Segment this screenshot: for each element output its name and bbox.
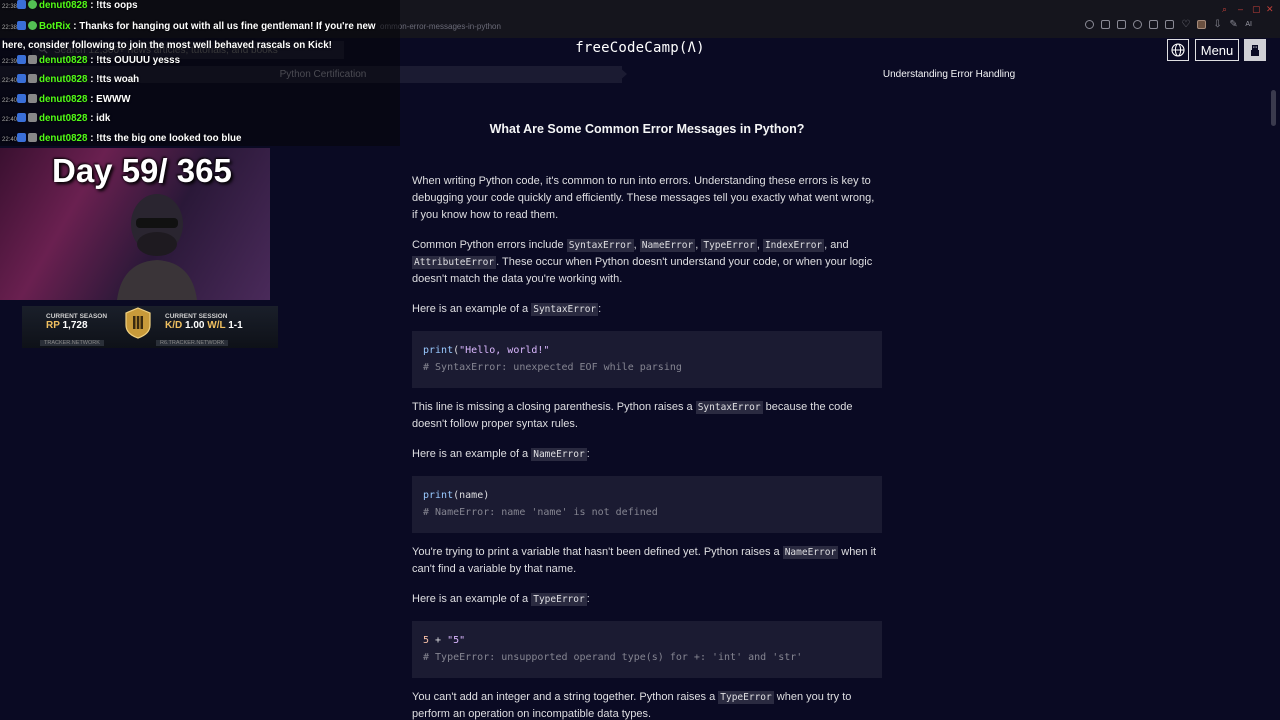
inline-code: AttributeError <box>412 256 497 269</box>
play-icon[interactable] <box>1149 20 1159 29</box>
errors-list-paragraph: Common Python errors include SyntaxError… <box>412 239 873 285</box>
chat-message: 22:40 denut0828 : idk <box>2 113 111 124</box>
avatar-icon <box>1251 45 1259 56</box>
reader-icon[interactable] <box>1133 20 1143 29</box>
inline-code: SyntaxError <box>695 401 763 414</box>
inline-code: NameError <box>639 239 696 252</box>
session-label: CURRENT SESSION <box>165 313 228 320</box>
minimize-icon[interactable]: – <box>1238 4 1243 14</box>
inline-code: SyntaxError <box>531 303 599 316</box>
season-label: CURRENT SEASON <box>46 313 108 320</box>
example-explanation: You can't add an integer and a string to… <box>412 691 852 720</box>
chat-bot-message: 22:38 BotRix : Thanks for hanging out wit… <box>2 21 376 51</box>
chat-bot-user: BotRix <box>39 21 71 32</box>
search-icon-red[interactable]: ⌕ <box>1222 4 1227 15</box>
inline-code: TypeError <box>718 691 774 704</box>
tracker-network-label: TRACKER.NETWORK <box>40 340 104 346</box>
screenshot-icon[interactable] <box>1117 20 1127 29</box>
tracker-network-label-r6: R6.TRACKER.NETWORK <box>156 340 229 346</box>
breadcrumb-current[interactable]: Understanding Error Handling <box>630 66 1268 83</box>
rp-stat: RP 1,728 <box>46 320 88 331</box>
rank-badge-icon <box>125 307 151 339</box>
ai-button[interactable]: AI <box>1245 21 1252 28</box>
day-counter: Day 59/ 365 <box>52 152 232 189</box>
example-intro: Here is an example of a NameError: <box>412 448 590 461</box>
zoom-icon[interactable] <box>1085 20 1095 29</box>
inline-code: NameError <box>782 546 839 559</box>
example-explanation: You're trying to print a variable that h… <box>412 546 877 575</box>
site-logo[interactable]: freeCodeCamp(Ʌ) <box>575 40 704 56</box>
scrollbar-thumb[interactable] <box>1271 90 1276 126</box>
extension-icon[interactable] <box>1101 20 1111 29</box>
streamer-silhouette <box>117 194 197 300</box>
inline-code: IndexError <box>762 239 825 252</box>
globe-icon <box>1171 43 1185 57</box>
inline-code: TypeError <box>531 593 587 606</box>
code-block[interactable]: 5 + "5" # TypeError: unsupported operand… <box>412 621 882 678</box>
code-block[interactable]: print("Hello, world!" # SyntaxError: une… <box>412 331 882 388</box>
chat-message: 22:40 denut0828 : !tts the big one looked… <box>2 133 242 144</box>
inline-code: TypeError <box>701 239 757 252</box>
lesson-title: What Are Some Common Error Messages in P… <box>489 122 805 136</box>
heart-icon[interactable]: ♡ <box>1181 20 1190 30</box>
lesson-content: What Are Some Common Error Messages in P… <box>412 120 882 720</box>
download-icon[interactable]: ⇩ <box>1213 20 1222 30</box>
language-button[interactable] <box>1167 39 1189 61</box>
chat-message: 22:40 denut0828 : EWWW <box>2 94 131 105</box>
code-block[interactable]: print(name) # NameError: name 'name' is … <box>412 476 882 533</box>
profile-avatar-icon[interactable] <box>1197 20 1207 29</box>
chat-message: 22:40 denut0828 : !tts woah <box>2 74 140 85</box>
inline-code: NameError <box>531 448 587 461</box>
breadcrumb-separator <box>618 66 627 82</box>
example-intro: Here is an example of a TypeError: <box>412 593 590 606</box>
example-explanation: This line is missing a closing parenthes… <box>412 401 853 430</box>
menu-button[interactable]: Menu <box>1195 39 1239 61</box>
profile-button[interactable] <box>1244 39 1266 61</box>
maximize-icon[interactable]: ▢ <box>1252 4 1261 15</box>
close-icon[interactable]: ✕ <box>1266 4 1274 15</box>
pen-icon[interactable]: ✎ <box>1229 20 1238 30</box>
browser-extensions: ♡ ⇩ ✎ AI <box>1085 20 1252 30</box>
session-stats: K/D 1.00 W/L 1-1 <box>165 320 243 331</box>
chat-message: 22:38 denut0828 : !tts oops <box>2 0 138 11</box>
pin-icon[interactable] <box>1165 20 1175 29</box>
inline-code: SyntaxError <box>566 239 634 252</box>
chat-message: 22:39 denut0828 : !tts OUUUU yesss <box>2 55 181 66</box>
example-intro: Here is an example of a SyntaxError: <box>412 303 602 316</box>
stream-chat-overlay: 22:38 denut0828 : !tts oops 22:38 BotRix :… <box>0 0 400 146</box>
intro-paragraph: When writing Python code, it's common to… <box>412 175 875 221</box>
